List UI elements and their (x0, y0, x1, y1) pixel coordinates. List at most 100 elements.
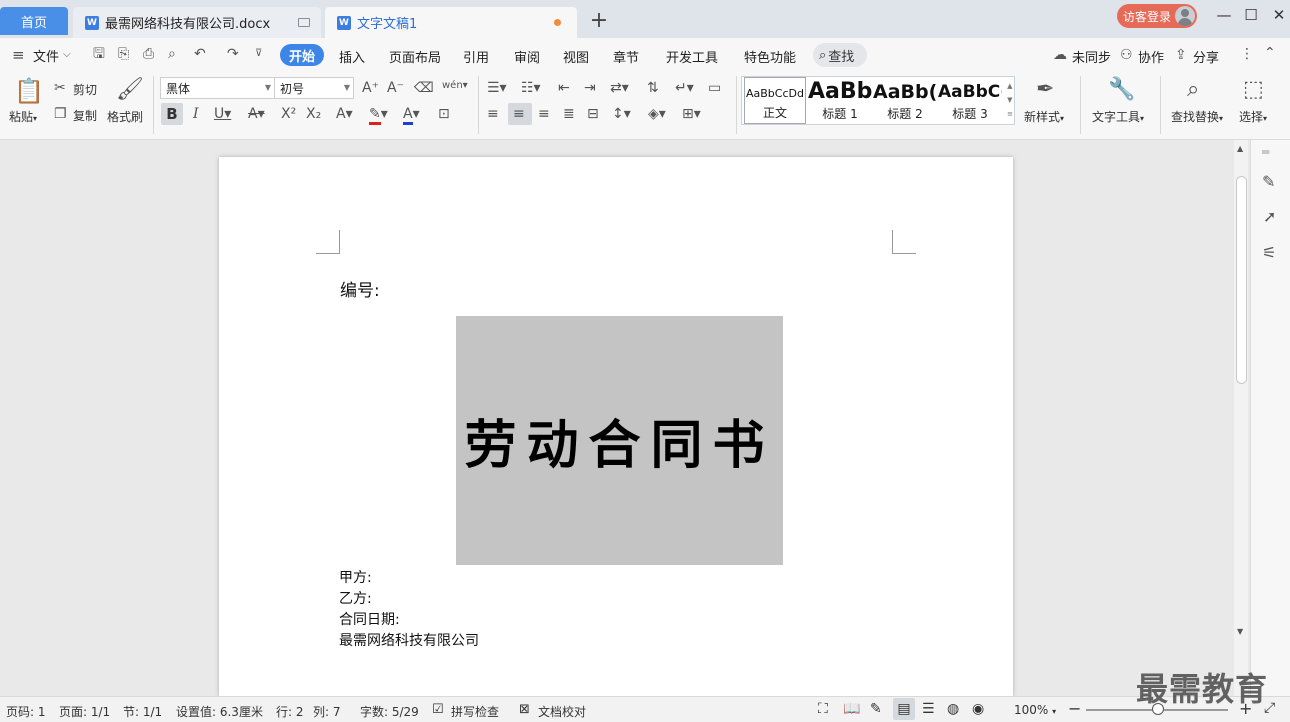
tab-document-active[interactable]: W 文字文稿1 (325, 7, 577, 38)
format-painter-icon[interactable]: 🖌 (116, 78, 144, 102)
menu-developer[interactable]: 开发工具 (666, 47, 718, 66)
tab-home[interactable]: 首页 (0, 7, 68, 35)
save-icon[interactable]: 🖫 (93, 46, 105, 62)
line-spacing-icon[interactable]: ↕▾ (612, 106, 631, 122)
settings-sliders-icon[interactable]: ⚟ (1262, 245, 1276, 261)
font-color-button[interactable]: A▾ (403, 106, 420, 125)
status-section[interactable]: 节: 1/1 (123, 703, 162, 720)
web-view-icon[interactable]: ◍ (947, 701, 959, 717)
unsynced-status[interactable]: 未同步 (1072, 47, 1111, 66)
decrease-indent-icon[interactable]: ⇤ (558, 80, 570, 96)
char-border-button[interactable]: ⊡ (438, 106, 450, 122)
menu-chapter[interactable]: 章节 (613, 47, 639, 66)
justify-icon[interactable]: ≣ (563, 106, 575, 122)
scrollbar-thumb[interactable] (1236, 176, 1247, 384)
cut-button[interactable]: 剪切 (73, 81, 97, 98)
export-pdf-icon[interactable]: ⎘ (118, 46, 129, 62)
numbered-list-icon[interactable]: ☷▾ (521, 80, 541, 96)
quick-access-dropdown-icon[interactable]: ⊽ (255, 46, 262, 62)
spell-check-button[interactable]: 拼写检查 (451, 703, 499, 720)
increase-font-icon[interactable]: A⁺ (362, 80, 379, 96)
maximize-button[interactable]: ☐ (1240, 6, 1262, 24)
find-replace-button[interactable]: 查找替换▾ (1171, 108, 1223, 125)
select-cursor-icon[interactable]: ⬚ (1243, 78, 1264, 102)
hamburger-icon[interactable]: ≡ (12, 47, 25, 63)
superscript-button[interactable]: X² (281, 106, 296, 122)
sort-icon[interactable]: ⇅ (647, 80, 659, 96)
underline-button[interactable]: U▾ (214, 106, 231, 122)
clear-format-icon[interactable]: ⌫ (414, 80, 434, 96)
paste-button[interactable]: 粘贴▾ (9, 108, 37, 125)
align-left-icon[interactable]: ≡ (487, 106, 499, 122)
pen-edit-icon[interactable]: ✎ (1262, 174, 1275, 190)
scroll-down-icon[interactable]: ▼ (1237, 624, 1243, 640)
reading-mode-icon[interactable]: 📖 (843, 701, 860, 717)
decrease-font-icon[interactable]: A⁻ (387, 80, 404, 96)
doc-proof-button[interactable]: 文档校对 (538, 703, 586, 720)
menu-start[interactable]: 开始 (280, 44, 324, 66)
close-button[interactable]: ✕ (1268, 6, 1290, 24)
status-word-count[interactable]: 字数: 5/29 (360, 703, 419, 720)
zoom-out-button[interactable]: − (1068, 699, 1081, 718)
menu-file[interactable]: 文件 (33, 46, 59, 65)
page-view-icon[interactable]: ▤ (893, 698, 915, 720)
text-tools-button[interactable]: 文字工具▾ (1092, 108, 1144, 125)
redo-icon[interactable]: ↷ (227, 46, 239, 62)
collab-button[interactable]: 协作 (1138, 47, 1164, 66)
status-setting[interactable]: 设置值: 6.3厘米 (176, 703, 263, 720)
font-name-select[interactable]: 黑体 ▼ (160, 77, 275, 99)
new-tab-button[interactable]: + (588, 9, 610, 33)
fullscreen-icon[interactable]: ⛶ (818, 701, 828, 717)
text-effect-button[interactable]: A▾ (336, 106, 353, 122)
more-options-icon[interactable]: ⋮ (1240, 46, 1254, 62)
italic-button[interactable]: I (193, 106, 199, 122)
write-mode-icon[interactable]: ✎ (870, 701, 882, 717)
subscript-button[interactable]: X₂ (306, 106, 321, 122)
select-button[interactable]: 选择▾ (1239, 108, 1267, 125)
text-direction-icon[interactable]: ⇄▾ (610, 80, 629, 96)
menu-review[interactable]: 审阅 (514, 47, 540, 66)
bullet-list-icon[interactable]: ☰▾ (487, 80, 507, 96)
status-page[interactable]: 页码: 1 (6, 703, 46, 720)
show-marks-icon[interactable]: ▭ (708, 80, 721, 96)
guest-login-button[interactable]: 访客登录 (1117, 4, 1197, 28)
cursor-select-icon[interactable]: ➚ (1263, 209, 1276, 225)
strikethrough-button[interactable]: A▾ (248, 106, 265, 122)
undo-icon[interactable]: ↶ (194, 46, 206, 62)
tab-document-company[interactable]: W 最需网络科技有限公司.docx (73, 7, 321, 38)
style-heading-1[interactable]: AaBb 标题 1 (808, 77, 872, 124)
font-size-select[interactable]: 初号 ▼ (274, 77, 354, 99)
borders-icon[interactable]: ⊞▾ (682, 106, 701, 122)
line-break-icon[interactable]: ↵▾ (675, 80, 694, 96)
zoom-select[interactable]: 100% ▾ (1014, 703, 1056, 717)
wrench-icon[interactable]: 🔧 (1108, 78, 1135, 102)
align-right-icon[interactable]: ≡ (538, 106, 550, 122)
shading-icon[interactable]: ◈▾ (648, 106, 666, 122)
increase-indent-icon[interactable]: ⇥ (584, 80, 596, 96)
style-heading-2[interactable]: AaBb( 标题 2 (873, 77, 937, 124)
collapse-ribbon-icon[interactable]: ⌃ (1264, 45, 1276, 61)
share-button[interactable]: 分享 (1193, 47, 1219, 66)
menu-references[interactable]: 引用 (463, 47, 489, 66)
menu-view[interactable]: 视图 (563, 47, 589, 66)
menu-special[interactable]: 特色功能 (744, 47, 796, 66)
status-column[interactable]: 列: 7 (313, 703, 341, 720)
menu-page-layout[interactable]: 页面布局 (389, 47, 441, 66)
menu-insert[interactable]: 插入 (339, 47, 365, 66)
new-style-icon[interactable]: ✒ (1036, 78, 1054, 102)
distribute-icon[interactable]: ⊟ (587, 106, 599, 122)
status-row[interactable]: 行: 2 (276, 703, 304, 720)
minimize-button[interactable]: — (1213, 6, 1235, 24)
paste-icon[interactable]: 📋 (14, 78, 44, 104)
print-preview-icon[interactable]: ⌕ (168, 46, 176, 62)
copy-button[interactable]: 复制 (73, 107, 97, 124)
new-style-button[interactable]: 新样式▾ (1024, 108, 1064, 125)
status-pages[interactable]: 页面: 1/1 (59, 703, 110, 720)
scroll-up-icon[interactable]: ▲ (1237, 141, 1243, 157)
phonetic-guide-icon[interactable]: wén▾ (442, 78, 468, 94)
bold-button[interactable]: B (161, 103, 183, 125)
menu-search[interactable]: ⌕ 查找 (813, 43, 867, 67)
style-heading-3[interactable]: AaBbC( 标题 3 (938, 77, 1002, 124)
eye-protection-icon[interactable]: ◉ (972, 701, 984, 717)
outline-view-icon[interactable]: ☰ (922, 701, 935, 717)
